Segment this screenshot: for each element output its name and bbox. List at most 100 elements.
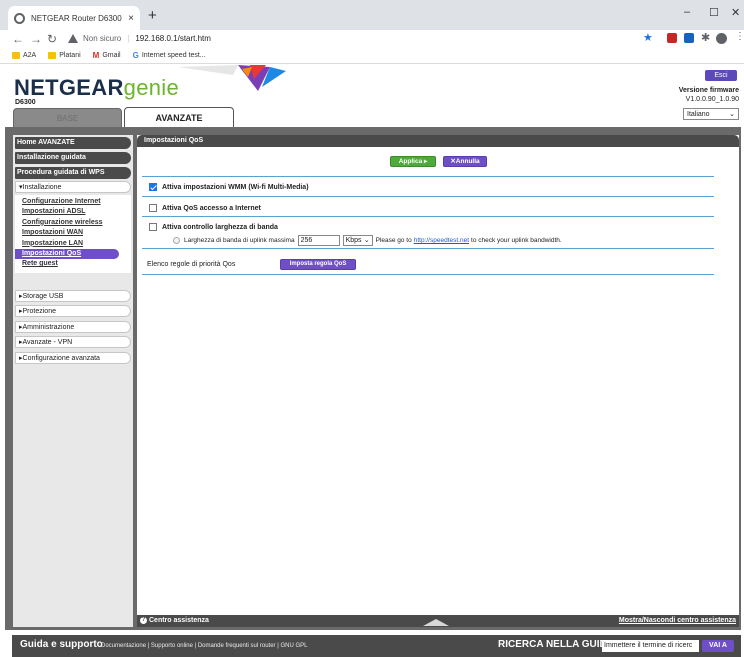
sidebar-link-lan[interactable]: Impostazione LAN	[15, 239, 131, 249]
sidebar-link-guest[interactable]: Rete guest	[15, 259, 131, 269]
language-value: Italiano	[687, 110, 710, 118]
extension-icon[interactable]	[667, 33, 677, 43]
expand-arrow-icon[interactable]	[423, 619, 449, 626]
globe-icon	[14, 12, 25, 24]
reload-icon[interactable]: ↻	[47, 32, 57, 46]
chevron-down-icon: ⌄	[729, 111, 735, 118]
bw-uplink-input[interactable]: 256	[297, 235, 340, 246]
wmm-checkbox[interactable]	[149, 183, 157, 191]
extension-icon[interactable]	[684, 33, 694, 43]
bw-uplink-row: Larghezza di banda di uplink massima 256…	[173, 235, 562, 246]
sidebar: Home AVANZATE Installazione guidata Proc…	[13, 135, 133, 627]
toggle-help-link[interactable]: Mostra/Nascondi centro assistenza	[619, 617, 736, 624]
bookmark-gmail[interactable]: M Gmail	[93, 51, 121, 60]
question-icon: ?	[140, 617, 147, 624]
bw-control-row: Attiva controllo larghezza di banda	[149, 223, 278, 231]
priority-rules-label: Elenco regole di priorità Qos	[147, 261, 236, 268]
router-header: NETGEARgenie D6300 Esci Versione firmwar…	[0, 65, 744, 127]
sidebar-submenu: Configurazione Internet Impostazioni ADS…	[15, 195, 131, 273]
window-close-icon[interactable]: ✕	[731, 6, 740, 19]
sidebar-item-setup-wizard[interactable]: Installazione guidata	[15, 152, 131, 164]
firmware-label: Versione firmware	[678, 87, 739, 94]
sidebar-link-internet[interactable]: Configurazione Internet	[15, 197, 131, 207]
tab-advanced[interactable]: AVANZATE	[124, 107, 234, 127]
sidebar-item-advanced-config[interactable]: ▸Configurazione avanzata	[15, 352, 131, 364]
warning-icon	[68, 34, 78, 43]
close-tab-icon[interactable]: ×	[128, 13, 134, 24]
netgear-logo: NETGEARgenie	[14, 75, 179, 101]
address-bar[interactable]: Non sicuro | 192.168.0.1/start.htm	[68, 31, 638, 46]
browser-tab-title: NETGEAR Router D6300	[31, 13, 122, 23]
sidebar-item-storage[interactable]: ▸Storage USB	[15, 290, 131, 302]
folder-icon	[48, 52, 57, 59]
page-title: Impostazioni QoS	[137, 135, 739, 147]
sidebar-item-security[interactable]: ▸Protezione	[15, 305, 131, 317]
header-swoosh-graphic	[178, 65, 286, 91]
search-go-button[interactable]: VAI A	[702, 640, 734, 652]
qos-internet-row: Attiva QoS accesso a Internet	[149, 204, 261, 212]
apply-button[interactable]: Applica ▸	[390, 156, 436, 167]
sidebar-item-home[interactable]: Home AVANZATE	[15, 137, 131, 149]
forward-icon[interactable]: →	[30, 32, 42, 46]
footer-links[interactable]: Documentazione | Supporto online | Doman…	[101, 643, 307, 649]
sidebar-item-wps[interactable]: Procedura guidata di WPS	[15, 167, 131, 179]
bw-control-checkbox[interactable]	[149, 223, 157, 231]
language-select[interactable]: Italiano ⌄	[683, 108, 739, 120]
set-qos-rule-button[interactable]: Imposta regola QoS	[280, 259, 356, 270]
address-separator: |	[127, 34, 130, 43]
sidebar-link-wan[interactable]: Impostazioni WAN	[15, 228, 131, 238]
folder-icon	[12, 52, 20, 59]
menu-icon[interactable]: ⋮	[735, 31, 744, 42]
browser-toolbar: ← → ↻ Non sicuro | 192.168.0.1/start.htm…	[0, 30, 744, 48]
sidebar-item-installazione[interactable]: ▾Installazione	[15, 181, 131, 193]
insecure-label: Non sicuro	[83, 34, 122, 43]
speedtest-link[interactable]: http://speedtest.net	[414, 237, 469, 244]
bookmark-a2a[interactable]: A2A	[12, 52, 36, 59]
cancel-button[interactable]: ✕Annulla	[443, 156, 487, 167]
help-center-bar: ? Centro assistenza Mostra/Nascondi cent…	[137, 615, 739, 627]
bookmark-label: Internet speed test...	[141, 52, 206, 59]
exit-button[interactable]: Esci	[705, 70, 737, 81]
tab-basic[interactable]: BASE	[13, 108, 122, 127]
bw-note-pre: Please go to	[375, 237, 412, 244]
bookmark-platani[interactable]: Platani	[48, 52, 81, 59]
back-icon[interactable]: ←	[12, 32, 24, 46]
content-panel: Impostazioni QoS Applica ▸ ✕Annulla Atti…	[137, 135, 739, 615]
gmail-icon: M	[92, 51, 100, 60]
url-text: 192.168.0.1/start.htm	[135, 34, 211, 43]
bw-unit-value: Kbps	[345, 237, 362, 244]
divider	[142, 196, 714, 197]
puzzle-icon[interactable]: ✱	[701, 31, 710, 44]
bw-note-post: to check your uplink bandwidth.	[471, 237, 562, 244]
qos-internet-checkbox[interactable]	[149, 204, 157, 212]
minimize-icon[interactable]: –	[684, 6, 690, 18]
bookmark-speedtest[interactable]: G Internet speed test...	[133, 51, 206, 60]
bw-control-label: Attiva controllo larghezza di banda	[162, 223, 278, 231]
sidebar-item-vpn[interactable]: ▸Avanzate - VPN	[15, 336, 131, 348]
bookmark-label: Platani	[59, 52, 81, 59]
new-tab-button[interactable]: +	[148, 8, 157, 23]
chevron-down-icon: ⌄	[363, 237, 370, 244]
star-icon[interactable]: ★	[643, 31, 653, 44]
sidebar-item-admin[interactable]: ▸Amministrazione	[15, 321, 131, 333]
sidebar-link-wireless[interactable]: Configurazione wireless	[15, 218, 131, 228]
divider	[142, 216, 714, 217]
browser-tabstrip: NETGEAR Router D6300 × + – ☐ ✕	[0, 0, 744, 30]
brand-name: NETGEAR	[14, 75, 124, 100]
divider	[142, 176, 714, 177]
google-icon: G	[132, 51, 139, 60]
help-center-link[interactable]: ? Centro assistenza	[140, 617, 209, 624]
avatar[interactable]	[716, 33, 727, 44]
sidebar-link-qos[interactable]: Impostazioni QoS	[15, 248, 119, 260]
bw-unit-select[interactable]: Kbps ⌄	[342, 235, 373, 246]
sidebar-link-adsl[interactable]: Impostazioni ADSL	[15, 207, 131, 217]
maximize-icon[interactable]: ☐	[709, 6, 719, 19]
router-model: D6300	[15, 99, 36, 106]
help-search-input[interactable]: Immettere il termine di ricerc	[602, 640, 699, 652]
bookmark-label: A2A	[23, 52, 37, 59]
divider	[142, 274, 714, 275]
brand-suffix: genie	[123, 75, 180, 100]
browser-tab[interactable]: NETGEAR Router D6300 ×	[8, 6, 140, 30]
footer-title: Guida e supporto	[20, 639, 103, 650]
bw-uplink-radio[interactable]	[173, 237, 180, 244]
